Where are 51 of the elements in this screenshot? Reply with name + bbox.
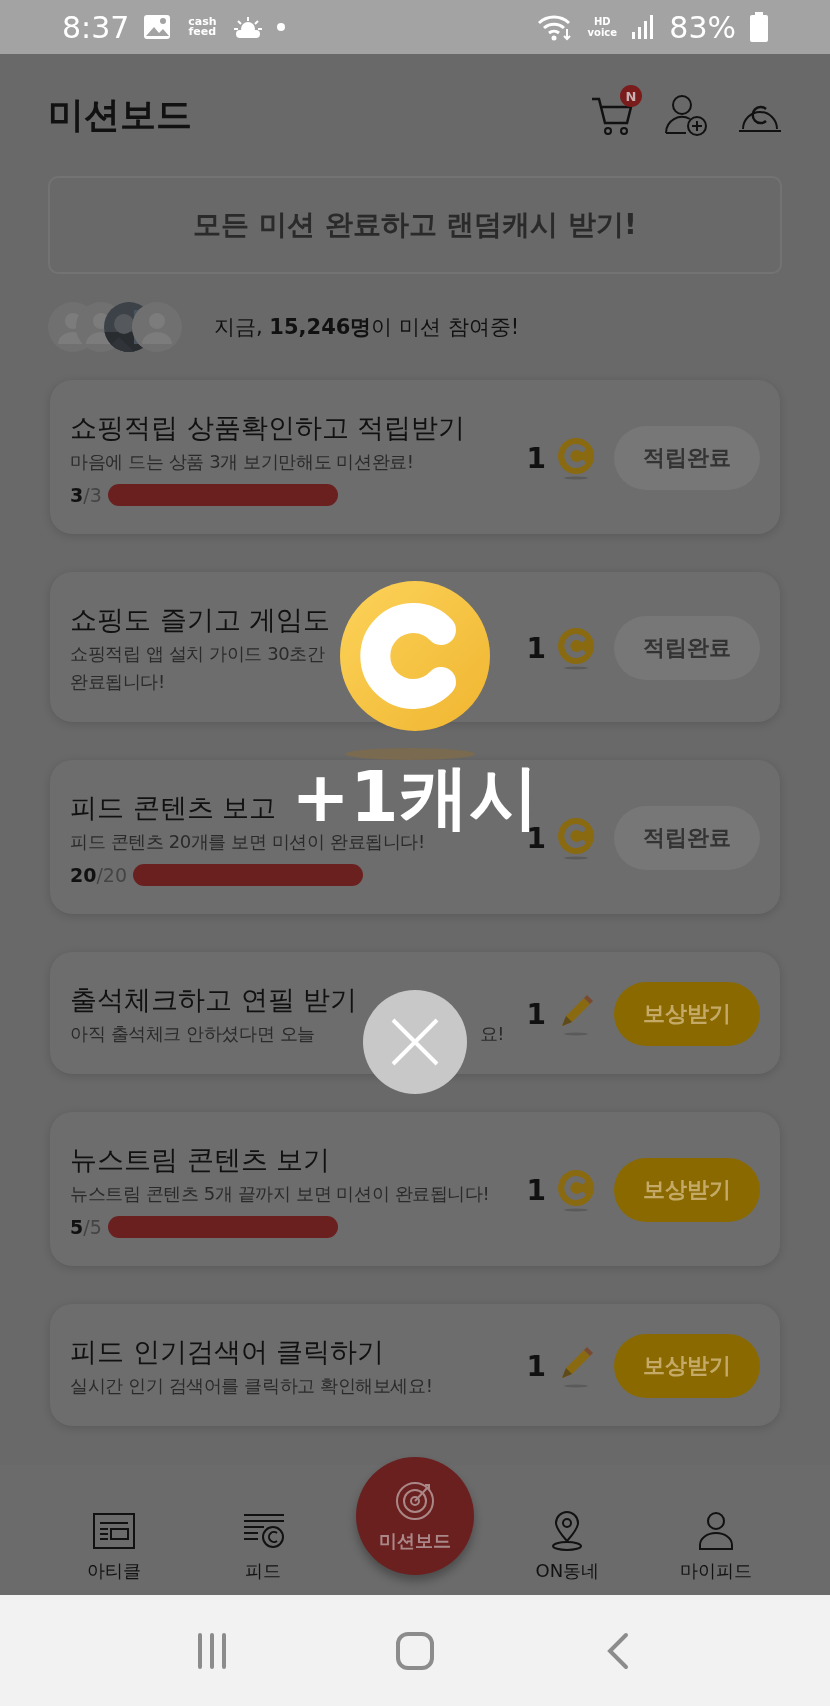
notification-dot	[277, 23, 286, 31]
coin-icon	[556, 626, 596, 670]
nav-tab[interactable]: 마이피드	[660, 1509, 771, 1583]
mission-description: 피드 콘텐츠 20개를 보면 미션이 완료됩니다!	[70, 831, 425, 852]
completed-button[interactable]: 적립완료	[614, 616, 760, 680]
nav-tab[interactable]: ON동네	[512, 1509, 623, 1583]
page-title: 미션보드	[48, 92, 193, 137]
gallery-icon	[143, 14, 172, 40]
participants-text: 지금, 15,246명이 미션 참여중!	[214, 314, 520, 341]
claim-reward-button[interactable]: 보상받기	[614, 1334, 760, 1398]
mission-title: 뉴스트림 콘텐츠 보기	[70, 1143, 331, 1177]
reward-amount: 1	[526, 631, 546, 665]
weather-icon	[233, 15, 264, 39]
completed-button[interactable]: 적립완료	[614, 426, 760, 490]
mission-description: 완료됩니다!	[70, 670, 165, 694]
nav-tab[interactable]: 아티클	[59, 1509, 170, 1583]
mission-title: 쇼핑적립 상품확인하고 적립받기	[70, 411, 466, 445]
coin-icon	[556, 436, 596, 480]
mission-title: 피드 인기검색어 클릭하기	[70, 1335, 385, 1369]
mission-title: 출석체크하고 연필 받기	[70, 983, 358, 1017]
mission-description: 쇼핑적립 앱 설치 가이드 30초간	[70, 643, 325, 664]
mission-description: 요!	[479, 1023, 505, 1044]
completed-button[interactable]: 적립완료	[614, 806, 760, 870]
mission-description: 아직 출석체크 안하셨다면 오늘	[70, 1023, 315, 1044]
cart-badge: N	[620, 85, 642, 107]
coin-icon	[556, 1168, 596, 1212]
reward-amount: 1	[526, 1173, 546, 1207]
battery-percent: 83%	[669, 9, 736, 45]
reward-amount: 1	[526, 997, 546, 1031]
network-label: HD voice	[587, 16, 618, 38]
reward-amount: 1	[526, 1349, 546, 1383]
coin-icon	[339, 580, 491, 732]
mission-title: 쇼핑도 즐기고 게임도	[70, 603, 331, 637]
mission-description: 마음에 드는 상품 3개 보기만해도 미션완료!	[70, 451, 414, 472]
coin-icon	[556, 816, 596, 860]
claim-reward-button[interactable]: 보상받기	[614, 982, 760, 1046]
add-friend-icon[interactable]	[664, 93, 708, 137]
signal-icon	[631, 14, 656, 40]
app-logo: cash feed	[187, 17, 218, 37]
mission-description: 뉴스트림 콘텐츠 5개 끝까지 보면 미션이 완료됩니다!	[70, 1183, 490, 1204]
nav-tab[interactable]: 피드	[207, 1509, 318, 1583]
wifi-icon	[537, 13, 574, 41]
all-missions-banner[interactable]: 모든 미션 완료하고 랜덤캐시 받기!	[48, 176, 782, 274]
claim-reward-button[interactable]: 보상받기	[614, 1158, 760, 1222]
close-icon	[389, 1016, 441, 1068]
status-time: 8:37	[62, 9, 130, 45]
mission-description: 실시간 인기 검색어를 클릭하고 확인해보세요!	[70, 1375, 433, 1396]
nav-tab[interactable]: 미션보드	[355, 1457, 474, 1575]
battery-icon	[750, 12, 768, 42]
mission-title: 피드 콘텐츠 보고	[70, 791, 277, 825]
reward-amount: 1	[526, 441, 546, 475]
